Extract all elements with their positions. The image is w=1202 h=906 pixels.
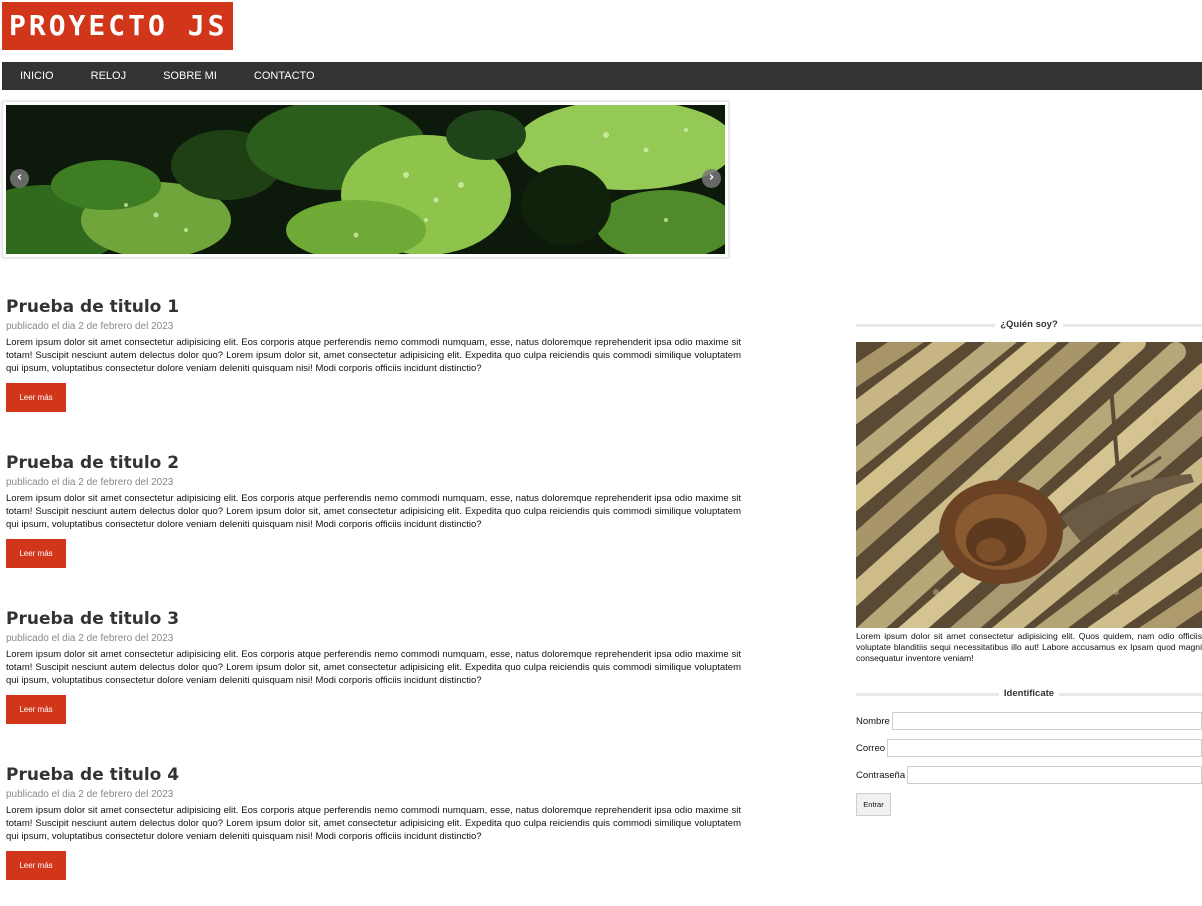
about-title-text: ¿Quién soy? bbox=[995, 319, 1063, 330]
read-more-button[interactable]: Leer más bbox=[6, 694, 66, 724]
article-body: Lorem ipsum dolor sit amet consectetur a… bbox=[6, 805, 741, 843]
article-title[interactable]: Prueba de titulo 1 bbox=[6, 296, 741, 318]
article-title[interactable]: Prueba de titulo 4 bbox=[6, 764, 741, 786]
about-image-snail bbox=[856, 342, 1202, 628]
email-row: Correo bbox=[856, 737, 1202, 759]
slider-image-leaves bbox=[6, 105, 725, 254]
article-body: Lorem ipsum dolor sit amet consectetur a… bbox=[6, 493, 741, 531]
password-row: Contraseña bbox=[856, 764, 1202, 786]
article-item: Prueba de titulo 4 publicado el dia 2 de… bbox=[6, 764, 741, 906]
slider-prev-icon[interactable]: ‹ bbox=[10, 169, 29, 188]
image-slider: ‹ › bbox=[2, 101, 729, 258]
article-item: Prueba de titulo 1 publicado el dia 2 de… bbox=[6, 296, 741, 452]
read-more-button[interactable]: Leer más bbox=[6, 850, 66, 880]
submit-button[interactable]: Entrar bbox=[856, 793, 891, 816]
nav-item-reloj[interactable]: RELOJ bbox=[73, 62, 145, 90]
article-item: Prueba de titulo 3 publicado el dia 2 de… bbox=[6, 608, 741, 764]
password-input[interactable] bbox=[907, 766, 1202, 784]
article-date: publicado el dia 2 de febrero del 2023 bbox=[6, 321, 174, 332]
read-more-button[interactable]: Leer más bbox=[6, 538, 66, 568]
article-title[interactable]: Prueba de titulo 3 bbox=[6, 608, 741, 630]
article-item: Prueba de titulo 2 publicado el dia 2 de… bbox=[6, 452, 741, 608]
site-logo[interactable]: PROYECTO JS bbox=[2, 2, 233, 50]
articles-list: Prueba de titulo 1 publicado el dia 2 de… bbox=[6, 296, 741, 906]
login-form: Nombre Correo Contraseña Entrar bbox=[856, 710, 1202, 816]
article-date: publicado el dia 2 de febrero del 2023 bbox=[6, 633, 174, 644]
slider-next-icon[interactable]: › bbox=[702, 169, 721, 188]
login-widget-title: Identificate bbox=[856, 687, 1202, 701]
article-date: publicado el dia 2 de febrero del 2023 bbox=[6, 477, 174, 488]
password-label: Contraseña bbox=[856, 769, 906, 781]
nav-item-sobre-mi[interactable]: SOBRE MI bbox=[145, 62, 236, 90]
name-row: Nombre bbox=[856, 710, 1202, 732]
email-input[interactable] bbox=[887, 739, 1202, 757]
article-body: Lorem ipsum dolor sit amet consectetur a… bbox=[6, 649, 741, 687]
article-title[interactable]: Prueba de titulo 2 bbox=[6, 452, 741, 474]
login-title-text: Identificate bbox=[998, 688, 1060, 699]
sidebar: ¿Quién soy? Lorem ipsum dolor sit amet c… bbox=[856, 318, 1202, 816]
main-navigation: INICIO RELOJ SOBRE MI CONTACTO bbox=[2, 62, 1202, 90]
nav-item-contacto[interactable]: CONTACTO bbox=[236, 62, 334, 90]
name-input[interactable] bbox=[891, 712, 1202, 730]
article-date: publicado el dia 2 de febrero del 2023 bbox=[6, 789, 174, 800]
read-more-button[interactable]: Leer más bbox=[6, 382, 66, 412]
about-widget-title: ¿Quién soy? bbox=[856, 318, 1202, 332]
about-text: Lorem ipsum dolor sit amet consectetur a… bbox=[856, 631, 1202, 663]
name-label: Nombre bbox=[856, 715, 890, 727]
email-label: Correo bbox=[856, 742, 886, 754]
article-body: Lorem ipsum dolor sit amet consectetur a… bbox=[6, 337, 741, 375]
nav-item-inicio[interactable]: INICIO bbox=[2, 62, 73, 90]
